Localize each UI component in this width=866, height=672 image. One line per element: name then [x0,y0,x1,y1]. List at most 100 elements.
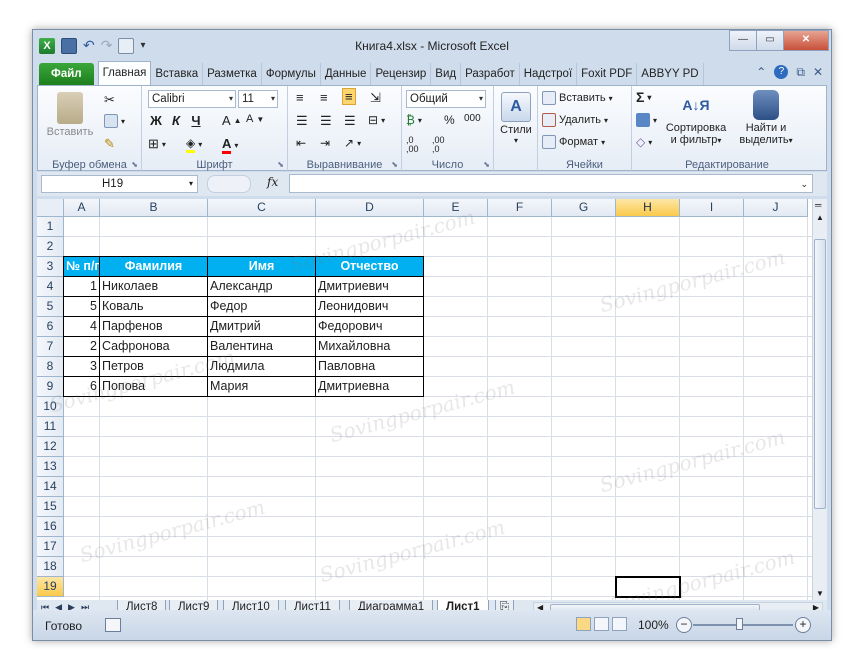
row-header[interactable]: 14 [37,477,64,497]
name-box[interactable]: H19 ▾ [41,175,198,193]
align-top-button[interactable]: ≡ [296,90,304,105]
font-color-button[interactable]: А ▾ [222,136,238,154]
align-center-button[interactable]: ☰ [320,113,332,129]
row-header[interactable]: 19 [37,577,64,597]
fill-button[interactable]: ▾ [636,113,657,127]
increase-indent-button[interactable]: ⇥ [320,136,330,150]
row-header[interactable]: 3 [37,257,64,277]
row-header[interactable]: 5 [37,297,64,317]
row-header[interactable]: 17 [37,537,64,557]
table-cell[interactable]: Николаев [99,276,208,297]
table-cell[interactable]: 6 [63,376,100,397]
column-header[interactable]: G [552,199,616,217]
italic-button[interactable]: К [166,113,186,128]
split-handle-icon[interactable]: ═ [815,200,821,210]
column-header[interactable]: D [316,199,424,217]
minimize-button[interactable]: — [729,30,757,51]
increase-decimal-button[interactable]: ,0,00 [406,136,419,154]
vertical-scroll-thumb[interactable] [814,239,826,509]
ribbon-tab[interactable]: Файл [39,63,94,85]
bold-button[interactable]: Ж [146,113,166,128]
ribbon-tab[interactable]: Разметка [203,63,262,85]
row-header[interactable]: 11 [37,417,64,437]
autosum-button[interactable]: Σ ▾ [636,89,651,105]
row-header[interactable]: 6 [37,317,64,337]
table-cell[interactable]: Дмитриевна [315,376,424,397]
decrease-decimal-button[interactable]: ,00,0 [432,136,445,154]
table-cell[interactable]: Михайловна [315,336,424,357]
close-doc-icon[interactable]: ✕ [813,65,823,80]
fill-color-button[interactable]: ◈ ▾ [186,136,202,153]
cut-button[interactable]: ✂ [104,92,115,108]
ribbon-tab[interactable]: Надстрої [520,63,578,85]
active-cell-cursor[interactable] [615,576,681,598]
ribbon-tab[interactable]: Вставка [151,63,204,85]
table-header-cell[interactable]: Отчество [315,256,424,277]
table-cell[interactable]: Попова [99,376,208,397]
column-header[interactable]: B [100,199,208,217]
table-cell[interactable]: Дмитриевич [315,276,424,297]
table-cell[interactable]: Леонидович [315,296,424,317]
ribbon-tab[interactable]: Вид [431,63,462,85]
orientation-button[interactable]: ↗ ▾ [344,136,361,150]
vertical-scrollbar[interactable]: ═ ▲ ▼ [812,199,827,600]
collapse-ribbon-icon[interactable]: ⌃ [756,65,766,80]
format-painter-button[interactable]: ✎ [104,136,115,152]
table-cell[interactable]: Александр [207,276,316,297]
ribbon-tab[interactable]: Рецензир [371,63,432,85]
restore-icon[interactable]: ⧉ [796,65,805,80]
ribbon-tab[interactable]: ABBYY PD [637,63,704,85]
number-dialog-launcher[interactable]: ⬊ [483,160,490,169]
column-header[interactable]: H [616,199,680,217]
styles-button[interactable]: A Стили ▾ [496,92,536,145]
table-cell[interactable]: 3 [63,356,100,377]
ribbon-tab[interactable]: Главная [97,61,152,85]
ribbon-tab[interactable]: Разработ [461,63,520,85]
clear-button[interactable]: ◇ ▾ [636,135,652,149]
column-header[interactable]: E [424,199,488,217]
normal-view-button[interactable] [576,617,591,631]
select-all-corner[interactable] [37,199,64,217]
font-name-combo[interactable]: Calibri ▾ [148,90,236,108]
table-cell[interactable]: Федорович [315,316,424,337]
row-header[interactable]: 15 [37,497,64,517]
merge-center-button[interactable]: ⊟ ▾ [368,113,385,127]
percent-button[interactable]: % [444,113,455,127]
row-header[interactable]: 9 [37,377,64,397]
table-header-cell[interactable]: Фамилия [99,256,208,277]
ribbon-tab[interactable]: Формулы [262,63,321,85]
zoom-out-button[interactable]: − [676,617,692,633]
formula-input[interactable]: ⌄ [289,174,813,193]
table-cell[interactable]: 1 [63,276,100,297]
column-header[interactable]: A [64,199,100,217]
insert-cells-button[interactable]: Вставить ▾ [542,91,613,105]
row-header[interactable]: 13 [37,457,64,477]
row-header[interactable]: 1 [37,217,64,237]
clipboard-dialog-launcher[interactable]: ⬊ [131,160,138,169]
table-header-cell[interactable]: Имя [207,256,316,277]
row-header[interactable]: 18 [37,557,64,577]
borders-button[interactable]: ⊞ ▾ [148,136,166,152]
format-cells-button[interactable]: Формат ▾ [542,135,605,149]
zoom-in-button[interactable]: + [795,617,811,633]
column-header[interactable]: C [208,199,316,217]
thousands-button[interactable]: 000 [464,113,481,124]
font-grow-button[interactable]: A ▲ [222,113,242,128]
table-cell[interactable]: Валентина [207,336,316,357]
ribbon-tab[interactable]: Foxit PDF [577,63,638,85]
scroll-up-arrow[interactable]: ▲ [816,213,824,222]
table-cell[interactable]: Мария [207,376,316,397]
sort-filter-button[interactable]: A↓Я Сортировка и фильтр▾ [662,90,730,146]
align-left-button[interactable]: ☰ [296,113,308,129]
table-cell[interactable]: Федор [207,296,316,317]
row-header[interactable]: 4 [37,277,64,297]
decrease-indent-button[interactable]: ⇤ [296,136,306,150]
zoom-slider[interactable] [693,624,793,626]
row-header[interactable]: 2 [37,237,64,257]
scroll-down-arrow[interactable]: ▼ [816,589,824,598]
paste-button[interactable]: Вставить [44,92,96,138]
help-icon[interactable]: ? [774,65,789,79]
table-cell[interactable]: Коваль [99,296,208,317]
alignment-dialog-launcher[interactable]: ⬊ [391,160,398,169]
table-cell[interactable]: Дмитрий [207,316,316,337]
